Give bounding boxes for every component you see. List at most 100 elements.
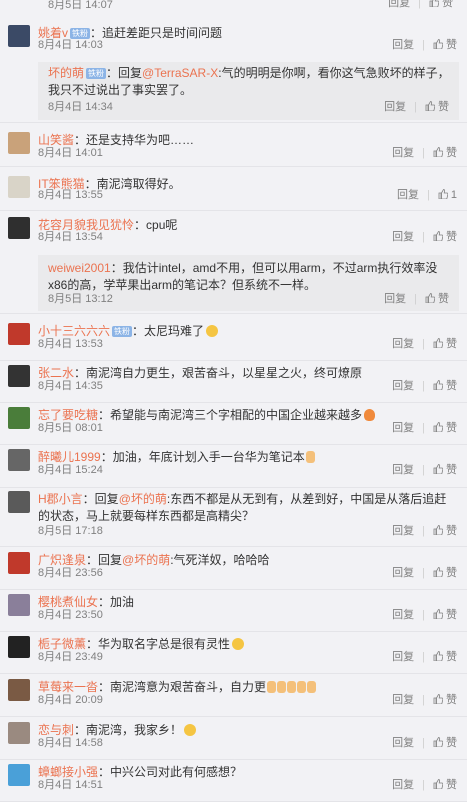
- comment-actions: 回复 | 赞: [392, 566, 457, 580]
- comment-username[interactable]: 栀子微薰: [38, 637, 86, 651]
- reply-link[interactable]: 回复: [384, 100, 406, 114]
- comment-username[interactable]: 广炽逢泉: [38, 553, 86, 567]
- like-button[interactable]: 赞: [433, 736, 457, 750]
- comment-username[interactable]: 草莓来一沓: [38, 680, 98, 694]
- reply-link[interactable]: 回复: [392, 463, 414, 477]
- comment-username[interactable]: 樱桃煮仙女: [38, 595, 98, 609]
- like-button[interactable]: 赞: [433, 38, 457, 52]
- user-avatar[interactable]: [8, 679, 30, 701]
- user-avatar[interactable]: [8, 449, 30, 471]
- like-button[interactable]: 赞: [425, 100, 449, 114]
- comment-divider: [0, 122, 467, 123]
- user-avatar[interactable]: [8, 764, 30, 786]
- reply-link[interactable]: 回复: [392, 650, 414, 664]
- reply-link[interactable]: 回复: [392, 566, 414, 580]
- comment-username[interactable]: 小十三六六六: [38, 324, 110, 338]
- reply-link[interactable]: 回复: [392, 337, 414, 351]
- like-button[interactable]: 赞: [433, 650, 457, 664]
- user-avatar[interactable]: [8, 217, 30, 239]
- comment-divider: [0, 546, 467, 547]
- comment-divider: [0, 673, 467, 674]
- comment-time: 8月4日 23:50: [38, 609, 103, 621]
- like-button[interactable]: 赞: [425, 292, 449, 306]
- like-button[interactable]: 赞: [433, 608, 457, 622]
- comment-username[interactable]: 蟑螂接小强: [38, 765, 98, 779]
- comment-time: 8月4日 20:09: [38, 694, 103, 706]
- reply-link[interactable]: 回复: [392, 421, 414, 435]
- comment-actions: 回复 | 1: [397, 188, 457, 202]
- thumbs-up-icon: [433, 39, 444, 50]
- comment-time: 8月5日 08:01: [38, 422, 103, 434]
- comment-username[interactable]: 醉曦儿1999: [38, 450, 101, 464]
- reply-link[interactable]: 回复: [392, 778, 414, 792]
- reply-link[interactable]: 回复: [392, 524, 414, 538]
- user-avatar[interactable]: [8, 365, 30, 387]
- user-avatar[interactable]: [8, 407, 30, 429]
- reply-link[interactable]: 回复: [388, 0, 410, 10]
- comment-username[interactable]: 张二水: [38, 366, 74, 380]
- reply-link[interactable]: 回复: [392, 693, 414, 707]
- like-button[interactable]: 赞: [433, 146, 457, 160]
- comment-time: 8月4日 14:01: [38, 147, 103, 159]
- previous-comment-footer: 8月5日 14:07 回复 | 赞: [0, 0, 467, 12]
- reply-link[interactable]: 回复: [392, 146, 414, 160]
- like-button[interactable]: 赞: [433, 230, 457, 244]
- thumbs-up-icon: [433, 464, 444, 475]
- like-button[interactable]: 赞: [433, 693, 457, 707]
- comment-time: 8月5日 14:07: [48, 0, 113, 11]
- like-button[interactable]: 赞: [433, 379, 457, 393]
- like-button[interactable]: 赞: [433, 778, 457, 792]
- comment-username[interactable]: 忘了要吃糖: [38, 408, 98, 422]
- like-label: 赞: [446, 567, 457, 579]
- like-button[interactable]: 赞: [433, 463, 457, 477]
- user-avatar[interactable]: [8, 25, 30, 47]
- comment-username[interactable]: H郡小言: [38, 492, 83, 506]
- comment-username[interactable]: 坏的萌: [48, 66, 84, 80]
- comment-time: 8月4日 14:58: [38, 737, 103, 749]
- comment-divider: [0, 313, 467, 314]
- like-label: 赞: [446, 147, 457, 159]
- comment-body: ：南泥湾自力更生，艰苦奋斗，以星星之火，终可燎原: [74, 366, 363, 380]
- user-avatar[interactable]: [8, 722, 30, 744]
- like-button[interactable]: 赞: [433, 337, 457, 351]
- comment-username[interactable]: 山笑酱: [38, 133, 74, 147]
- reply-link[interactable]: 回复: [384, 292, 406, 306]
- mention-link[interactable]: @坏的萌: [122, 553, 170, 567]
- user-avatar[interactable]: [8, 636, 30, 658]
- user-avatar[interactable]: [8, 491, 30, 513]
- mention-link[interactable]: @TerraSAR-X: [142, 66, 218, 80]
- comment-username[interactable]: weiwei2001: [48, 261, 111, 275]
- like-label: 赞: [446, 380, 457, 392]
- comment-time: 8月4日 23:56: [38, 567, 103, 579]
- like-label: 赞: [438, 293, 449, 305]
- thumbs-up-icon: [433, 694, 444, 705]
- reply-link[interactable]: 回复: [392, 230, 414, 244]
- thumbs-up-icon: [433, 338, 444, 349]
- reply-link[interactable]: 回复: [392, 38, 414, 52]
- reply-link[interactable]: 回复: [397, 188, 419, 202]
- reply-link[interactable]: 回复: [392, 608, 414, 622]
- comment-actions: 回复 | 赞: [384, 100, 449, 114]
- user-avatar[interactable]: [8, 323, 30, 345]
- like-button[interactable]: 赞: [433, 566, 457, 580]
- like-label: 赞: [446, 422, 457, 434]
- reply-link[interactable]: 回复: [392, 736, 414, 750]
- comment-username[interactable]: 恋与刺: [38, 723, 74, 737]
- like-button[interactable]: 赞: [433, 524, 457, 538]
- comment-time: 8月4日 13:53: [38, 338, 103, 350]
- smile-emoji-icon: [184, 724, 197, 736]
- like-button[interactable]: 赞: [429, 0, 453, 10]
- user-avatar[interactable]: [8, 176, 30, 198]
- like-button[interactable]: 赞: [433, 421, 457, 435]
- user-avatar[interactable]: [8, 594, 30, 616]
- user-avatar[interactable]: [8, 552, 30, 574]
- mention-link[interactable]: @坏的萌: [119, 492, 167, 506]
- user-avatar[interactable]: [8, 132, 30, 154]
- like-label: 赞: [446, 39, 457, 51]
- like-button[interactable]: 1: [438, 188, 457, 202]
- comment-time: 8月4日 23:49: [38, 651, 103, 663]
- reply-link[interactable]: 回复: [392, 379, 414, 393]
- comment-actions: 回复 | 赞: [392, 379, 457, 393]
- thumbs-up-icon: [438, 189, 449, 200]
- like-label: 赞: [446, 737, 457, 749]
